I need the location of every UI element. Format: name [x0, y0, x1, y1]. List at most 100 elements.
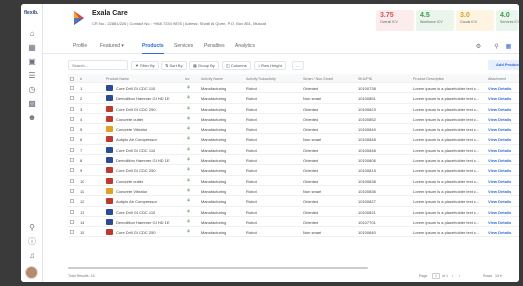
header-sku[interactable]: SKU/PID — [358, 77, 372, 81]
more-options-button[interactable]: … — [292, 61, 304, 70]
table-row[interactable]: ⚘ 5 Concrete Vibrator Manufacturing Robot Ori… — [68, 124, 519, 135]
horizontal-scrollbar[interactable] — [68, 267, 368, 269]
view-details-link[interactable]: View Details — [488, 189, 511, 194]
table-row[interactable]: ⚘ 3 Core Drill GI CDC 250 Manufacturing Robo… — [68, 104, 519, 114]
bell-icon[interactable]: ♫ — [26, 250, 38, 260]
product-thumbnail — [106, 208, 113, 215]
help-icon[interactable]: ⓘ — [26, 236, 38, 246]
view-details-link[interactable]: View Details — [488, 210, 511, 215]
activity-name: Manufacturing — [201, 147, 227, 153]
table-row[interactable]: ⚘ 8 Demolition Hammer GI HD 1E Manufacturin… — [68, 155, 519, 166]
search-icon[interactable]: ⚲ — [493, 43, 500, 50]
row-checkbox[interactable] — [70, 106, 74, 111]
view-details-link[interactable]: View Details — [488, 148, 511, 153]
layers-icon[interactable]: ☰ — [26, 70, 38, 80]
box-icon[interactable]: ▣ — [26, 56, 38, 66]
tab-penalties[interactable]: Penalties — [204, 43, 225, 49]
row-height-button[interactable]: ↕ Row Height — [254, 61, 286, 70]
table-row[interactable]: ⚘ 15 Core Drill GI CDC 250 Manufacturing Rob… — [68, 227, 519, 238]
next-page-icon[interactable]: › — [459, 273, 460, 278]
settings-icon[interactable]: ⚙ — [475, 43, 482, 50]
view-details-link[interactable]: View Details — [488, 158, 511, 163]
header-activity-name[interactable]: Activity Name — [201, 77, 223, 81]
group-button[interactable]: ▦ Group By — [189, 61, 219, 70]
row-number: 7 — [80, 147, 83, 153]
clock-icon[interactable]: ◷ — [26, 84, 38, 94]
view-details-link[interactable]: View Details — [488, 127, 511, 132]
row-checkbox[interactable] — [70, 219, 74, 224]
row-checkbox[interactable] — [70, 137, 74, 142]
tab-services[interactable]: Services — [174, 43, 193, 49]
tab-featured[interactable]: Featured ▾ — [100, 43, 124, 49]
table-row[interactable]: ⚘ 14 Demolition Hammer GI HD 1E Manufacturi… — [68, 217, 519, 228]
leaf-icon: ⚘ — [186, 115, 191, 122]
chart-icon[interactable]: ▩ — [26, 98, 38, 108]
view-details-link[interactable]: View Details — [488, 117, 511, 122]
row-checkbox[interactable] — [70, 188, 74, 193]
leaf-icon: ⚘ — [186, 198, 191, 205]
header-description[interactable]: Product Description — [413, 77, 444, 81]
row-checkbox[interactable] — [70, 147, 74, 152]
table-row[interactable]: ⚘ 7 Core Drill GI CDC 110 Manufacturing Robo… — [68, 145, 519, 156]
grid-icon[interactable]: ▦ — [26, 42, 38, 52]
row-checkbox[interactable] — [70, 178, 74, 183]
table-row[interactable]: ⚘ 1 Core Drill GI CDC 110 Manufacturing Robo… — [68, 83, 519, 94]
sort-button[interactable]: ⇅ Sort By — [161, 61, 187, 70]
header-icv[interactable]: Icv — [185, 77, 190, 81]
description: Lorem ipsum is a placeholder text c... — [413, 219, 480, 225]
view-details-link[interactable]: View Details — [488, 220, 511, 225]
add-product-button[interactable]: Add Product — [488, 60, 519, 70]
grid-view-icon[interactable]: ▦ — [505, 43, 512, 50]
view-details-link[interactable]: View Details — [488, 137, 511, 142]
subactivity: Robot — [246, 230, 257, 236]
leaf-icon: ⚘ — [186, 85, 191, 91]
row-checkbox[interactable] — [70, 127, 74, 132]
search-input[interactable] — [68, 60, 128, 70]
header-attachment[interactable]: Attachment — [488, 77, 506, 81]
columns-button[interactable]: ◫ Columns — [222, 61, 251, 70]
tab-analytics[interactable]: Analytics — [235, 43, 255, 49]
table-row[interactable]: ⚘ 4 Concrete cutter Manufacturing Robot Orien… — [68, 114, 519, 125]
row-checkbox[interactable] — [70, 96, 74, 101]
home-icon[interactable]: ⌂ — [26, 28, 38, 38]
table-row[interactable]: ⚘ 2 Demolition Hammer GI HD 1E Manufacturin… — [68, 93, 519, 104]
header-smart[interactable]: Smart / Non-Smart — [303, 77, 333, 81]
select-all-checkbox[interactable] — [70, 77, 74, 81]
view-details-link[interactable]: View Details — [488, 179, 511, 184]
view-details-link[interactable]: View Details — [488, 96, 511, 101]
table-row[interactable]: ⚘ 13 Core Drill GI CDC 110 Manufacturing Rob… — [68, 207, 519, 217]
view-details-link[interactable]: View Details — [488, 230, 511, 235]
rows-select[interactable]: 15 ▾ — [495, 274, 502, 278]
row-checkbox[interactable] — [70, 116, 74, 121]
description: Lorem ipsum is a placeholder text c... — [413, 137, 480, 143]
row-checkbox[interactable] — [70, 209, 74, 214]
filter-button[interactable]: ▼ Filter By — [131, 61, 159, 70]
page-input[interactable]: 1 — [432, 273, 440, 279]
avatar[interactable] — [25, 266, 38, 279]
sku: 10100738 — [358, 86, 376, 91]
prev-page-icon[interactable]: ‹ — [452, 273, 453, 278]
table-row[interactable]: ⚘ 6 Autiplo Air Compressor Manufacturing Rob… — [68, 134, 519, 145]
tab-profile[interactable]: Profile — [73, 43, 87, 49]
tab-products[interactable]: Products — [142, 43, 164, 54]
header-product-name[interactable]: Product Name — [106, 77, 129, 81]
table-row[interactable]: ⚘ 9 Core Drill GI CDC 250 Manufacturing Robo… — [68, 165, 519, 176]
product-thumbnail — [106, 115, 113, 122]
row-checkbox[interactable] — [70, 158, 74, 163]
user-icon[interactable]: ☻ — [26, 112, 38, 122]
row-checkbox[interactable] — [70, 168, 74, 173]
table-row[interactable]: ⚘ 10 Concrete cutter Manufacturing Robot Orie… — [68, 176, 519, 186]
view-details-link[interactable]: View Details — [488, 107, 511, 112]
view-details-link[interactable]: View Details — [488, 168, 511, 173]
activity-name: Manufacturing — [201, 137, 227, 143]
view-details-link[interactable]: View Details — [488, 86, 511, 91]
table-row[interactable]: ⚘ 11 Concrete Vibrator Manufacturing Robot No… — [68, 186, 519, 197]
page-total: of 1 — [442, 274, 448, 278]
table-row[interactable]: ⚘ 12 Autiplo Air Compressor Manufacturing Ro… — [68, 196, 519, 207]
header-subactivity[interactable]: Activity Subactivity — [246, 77, 276, 81]
search-icon[interactable]: ⚲ — [26, 222, 38, 232]
view-details-link[interactable]: View Details — [488, 199, 511, 204]
row-checkbox[interactable] — [70, 86, 74, 90]
row-checkbox[interactable] — [70, 230, 74, 235]
row-checkbox[interactable] — [70, 199, 74, 204]
